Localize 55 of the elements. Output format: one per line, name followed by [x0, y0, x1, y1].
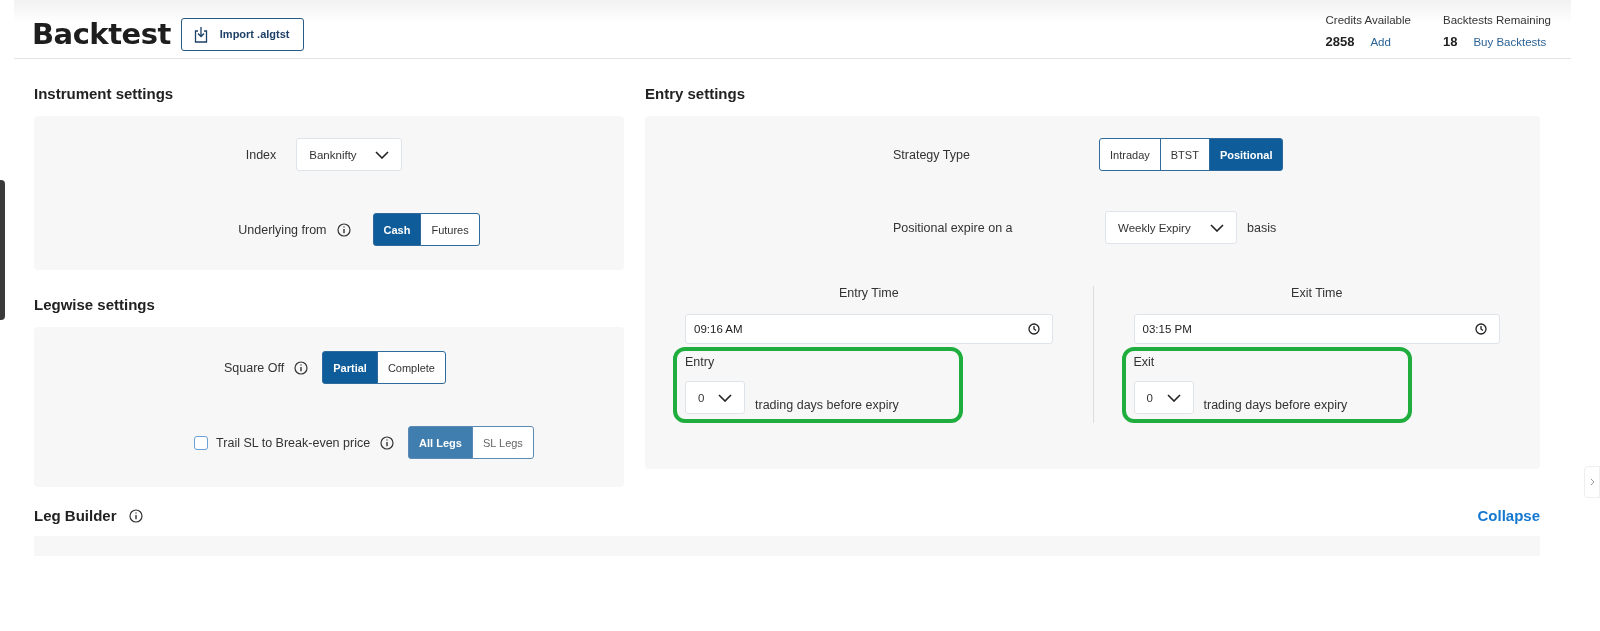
section-title: Entry settings	[645, 85, 746, 102]
field-label: Index	[245, 147, 277, 162]
time-input[interactable]: 03:15 PM	[1133, 314, 1500, 344]
section-title: Instrument settings	[34, 85, 174, 102]
time-label: Exit Time	[1290, 286, 1344, 302]
field-label: Strategy Type	[893, 147, 971, 162]
section-title: Legwise settings	[34, 296, 155, 313]
days-label: Exit	[1133, 355, 1156, 369]
clock-icon[interactable]	[1475, 323, 1487, 335]
page-title: Backtest	[32, 17, 171, 51]
info-icon[interactable]	[336, 222, 351, 237]
segment-option[interactable]: Intraday	[1099, 138, 1161, 171]
chevron-down-icon	[718, 393, 732, 402]
segment-option[interactable]: Cash	[372, 213, 422, 246]
segment-option[interactable]: BTST	[1159, 138, 1210, 171]
field-label: Trail SL to Break-even price	[216, 435, 371, 450]
segment-option[interactable]: Partial	[322, 351, 378, 384]
chevron-down-icon	[375, 150, 390, 159]
collapse-link[interactable]: Collapse	[1477, 507, 1540, 524]
side-handle[interactable]	[0, 180, 5, 320]
checkbox[interactable]	[194, 435, 209, 450]
field-label: Positional expire on a	[893, 220, 1014, 235]
time-input[interactable]: 09:16 AM	[685, 314, 1053, 344]
segment-option[interactable]: Futures	[420, 213, 480, 246]
info-icon[interactable]	[380, 435, 395, 450]
section-title: Leg Builder	[34, 507, 117, 524]
days-suffix: trading days before expiry	[1203, 398, 1348, 414]
days-dropdown[interactable]: 0	[1133, 381, 1194, 414]
segment-option[interactable]: SL Legs	[471, 426, 534, 459]
segment-option[interactable]: Positional	[1208, 138, 1284, 171]
clock-icon[interactable]	[1027, 323, 1040, 335]
chevron-down-icon	[1210, 223, 1224, 232]
stat-link[interactable]: Buy Backtests	[1473, 35, 1547, 48]
stat-value: 18	[1442, 33, 1458, 49]
info-icon[interactable]	[294, 360, 309, 375]
stat-label: Credits Available	[1325, 13, 1411, 26]
stat-label: Backtests Remaining	[1442, 13, 1551, 26]
segment-option[interactable]: Complete	[376, 351, 446, 384]
days-dropdown[interactable]: 0	[685, 381, 745, 414]
chevron-down-icon	[1166, 393, 1181, 402]
expiry-dropdown[interactable]: Weekly Expiry	[1105, 211, 1237, 244]
import-button[interactable]: Import .algtst	[180, 17, 305, 51]
info-icon[interactable]	[128, 508, 143, 523]
field-suffix: basis	[1247, 220, 1277, 235]
index-dropdown[interactable]: Banknifty	[296, 138, 403, 171]
time-label: Entry Time	[837, 286, 900, 302]
segment-option[interactable]: All Legs	[408, 426, 473, 459]
chevron-right-icon	[1589, 478, 1595, 486]
stat-link[interactable]: Add	[1370, 35, 1391, 48]
stat-value: 2858	[1325, 33, 1355, 49]
days-suffix: trading days before expiry	[755, 398, 899, 414]
download-icon	[193, 25, 208, 43]
field-label: Square Off	[224, 360, 285, 375]
days-label: Entry	[685, 355, 716, 369]
field-label: Underlying from	[238, 222, 327, 237]
